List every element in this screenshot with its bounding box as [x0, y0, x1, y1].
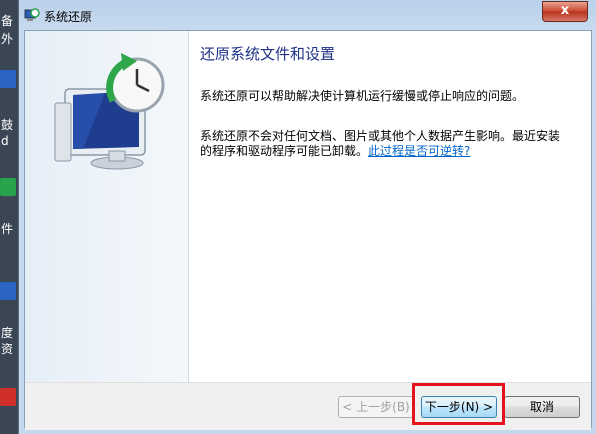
info-text: 系统还原不会对任何文档、图片或其他个人数据产生影响。最近安装的程序和驱动程序可能…	[200, 129, 560, 159]
desktop-label: 件	[1, 222, 14, 236]
desktop-label: 鼓	[1, 118, 14, 132]
reversible-link[interactable]: 此过程是否可逆转?	[368, 144, 470, 158]
window-title: 系统还原	[44, 10, 93, 24]
desktop-app-icon[interactable]	[0, 282, 16, 300]
close-icon: x	[560, 3, 570, 18]
page-title: 还原系统文件和设置	[200, 45, 336, 63]
desktop-app-icon[interactable]	[0, 178, 16, 196]
back-button[interactable]: < 上一步(B)	[338, 396, 414, 418]
desktop-label: 外	[1, 32, 14, 46]
desktop-label: 度	[1, 326, 14, 340]
wizard-side-panel	[25, 31, 189, 382]
system-restore-icon	[24, 8, 40, 21]
wizard-button-bar: < 上一步(B) 下一步(N) > 取消	[25, 382, 591, 430]
next-button-highlight-box	[412, 383, 505, 425]
system-restore-window: 系统还原 x 还原系统文件和设置 系统还原可以帮助解决使计算机运行缓慢或停止响应…	[18, 0, 596, 434]
desktop-label: 资	[1, 342, 14, 356]
system-restore-illustration-icon	[54, 53, 165, 170]
desktop-app-icon[interactable]	[0, 388, 16, 406]
title-bar[interactable]: 系统还原 x	[19, 0, 596, 30]
desktop-strip: 备 外 鼓 d 件 度 资	[0, 0, 18, 434]
description-text: 系统还原可以帮助解决使计算机运行缓慢或停止响应的问题。	[200, 89, 525, 103]
cancel-button[interactable]: 取消	[504, 396, 580, 418]
wizard-main-panel: 还原系统文件和设置 系统还原可以帮助解决使计算机运行缓慢或停止响应的问题。 系统…	[189, 31, 591, 382]
desktop-label: 备	[1, 14, 14, 28]
wizard-client-area: 还原系统文件和设置 系统还原可以帮助解决使计算机运行缓慢或停止响应的问题。 系统…	[24, 30, 592, 430]
desktop-app-icon[interactable]	[0, 70, 16, 88]
close-button[interactable]: x	[542, 1, 588, 22]
desktop-label: d	[1, 134, 9, 148]
